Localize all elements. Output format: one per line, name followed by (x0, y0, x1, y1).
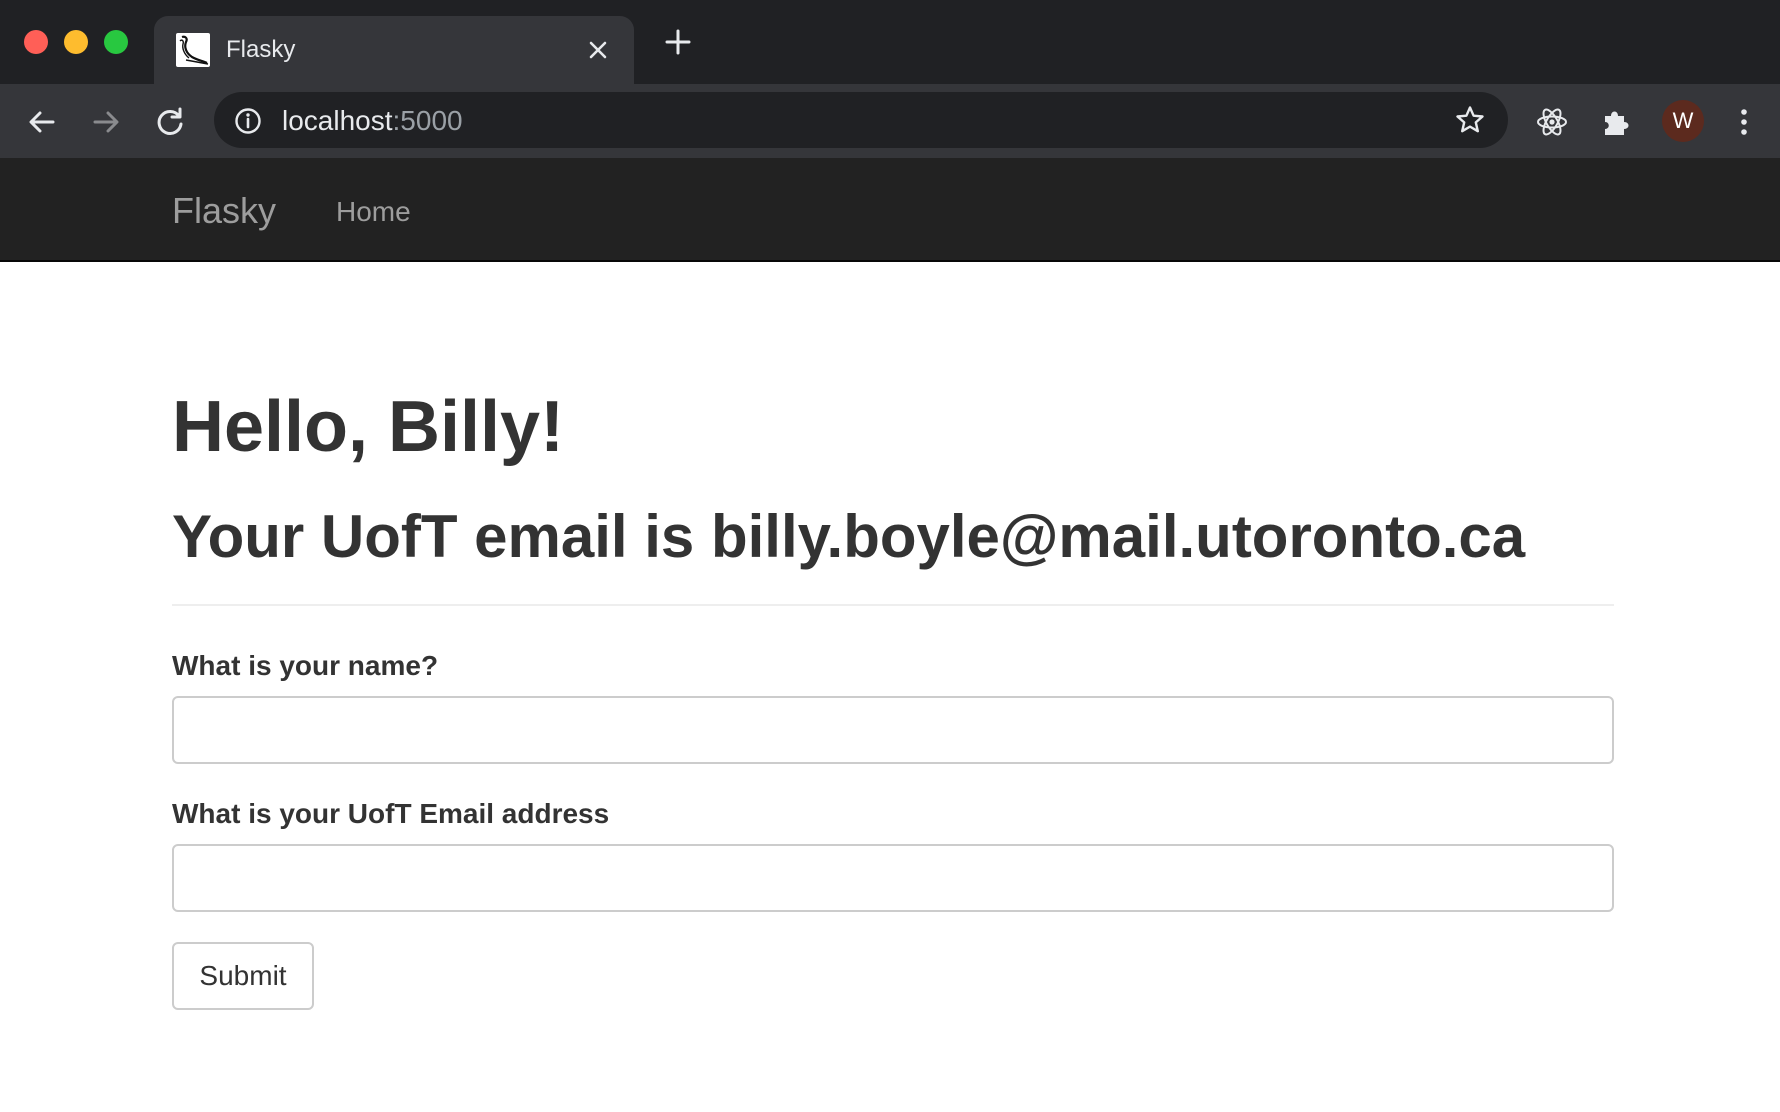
site-navbar: Flasky Home (0, 158, 1780, 262)
url-port: :5000 (392, 105, 463, 136)
profile-avatar[interactable]: W (1662, 100, 1704, 142)
browser-toolbar: localhost:5000 W (0, 84, 1780, 158)
navbar-brand[interactable]: Flasky (172, 190, 276, 232)
close-tab-icon[interactable] (584, 36, 612, 64)
email-label: What is your UofT Email address (172, 798, 610, 829)
zoom-window-button[interactable] (104, 30, 128, 54)
reload-icon[interactable] (150, 102, 190, 142)
page-title: Hello, Billy! (172, 387, 565, 467)
tab-title: Flasky (226, 36, 296, 63)
address-bar[interactable]: localhost:5000 (214, 92, 1508, 148)
url-host: localhost (282, 105, 393, 136)
info-icon[interactable] (234, 107, 262, 135)
browser-tab[interactable]: Flasky (154, 16, 634, 84)
email-input[interactable] (172, 844, 1614, 912)
puzzle-icon[interactable] (1596, 102, 1636, 142)
kebab-menu-icon[interactable] (1724, 102, 1764, 142)
forward-arrow-icon[interactable] (86, 102, 126, 142)
email-heading: Your UofT email is billy.boyle@mail.utor… (172, 503, 1526, 570)
back-arrow-icon[interactable] (22, 102, 62, 142)
nav-link-home[interactable]: Home (336, 196, 411, 228)
name-input[interactable] (172, 696, 1614, 764)
submit-button[interactable]: Submit (172, 942, 314, 1010)
new-tab-button[interactable] (658, 22, 698, 62)
browser-tabstrip: Flasky (0, 0, 1780, 84)
react-icon[interactable] (1532, 102, 1572, 142)
flask-icon (176, 33, 210, 67)
divider (172, 604, 1614, 606)
url-text: localhost:5000 (282, 105, 463, 137)
close-window-button[interactable] (24, 30, 48, 54)
star-icon[interactable] (1454, 104, 1486, 136)
name-label: What is your name? (172, 650, 439, 681)
minimize-window-button[interactable] (64, 30, 88, 54)
